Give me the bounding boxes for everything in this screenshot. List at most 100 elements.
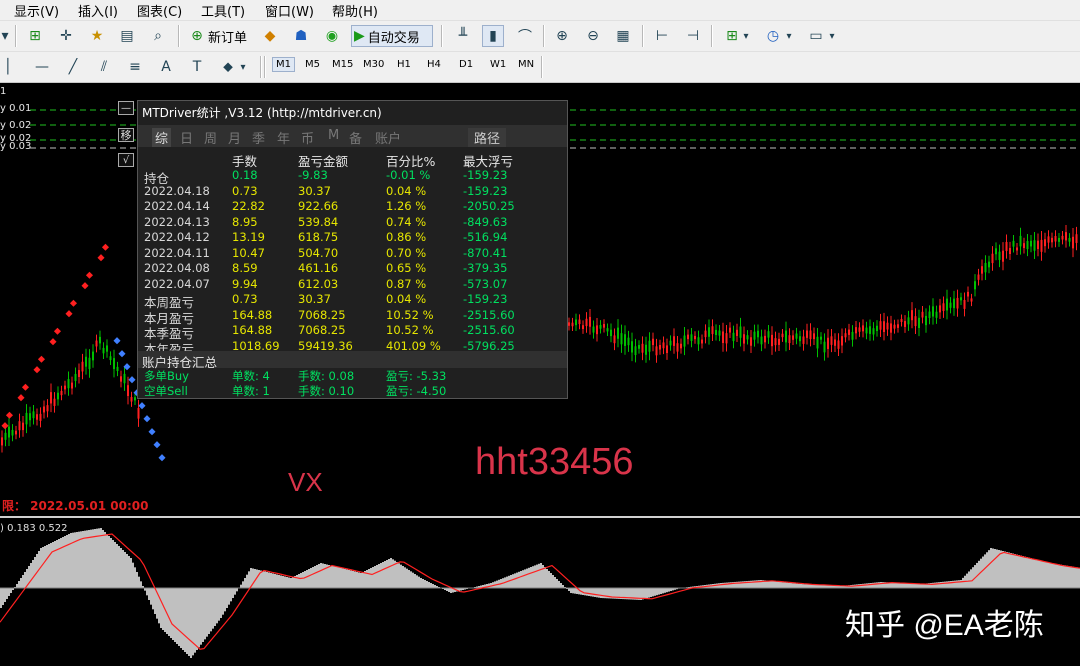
text-label-icon[interactable]: T	[186, 56, 208, 78]
candlestick-icon[interactable]: ▮	[482, 25, 504, 47]
menu-window[interactable]: 窗口(W)	[265, 1, 314, 20]
histogram-bar	[866, 583, 868, 588]
candle-body	[71, 382, 73, 389]
templates-icon[interactable]: ▭	[805, 25, 827, 47]
candle-body	[750, 337, 752, 346]
zoom-out-icon[interactable]: ⊖	[582, 25, 604, 47]
periods-clock-icon[interactable]: ◷	[762, 25, 784, 47]
candle-body	[834, 339, 836, 346]
tab-summary[interactable]: 综	[152, 128, 172, 147]
data-window-icon[interactable]: ⌕	[147, 25, 169, 47]
histogram-bar	[1060, 564, 1062, 588]
tab-month[interactable]: 月	[228, 128, 241, 147]
auto-scroll-icon[interactable]: ⊣	[682, 25, 704, 47]
histogram-bar	[390, 558, 392, 588]
new-order-button[interactable]: 新订单	[208, 27, 247, 46]
chart-shift-icon[interactable]: ⊢	[651, 25, 673, 47]
tile-windows-icon[interactable]: ▦	[612, 25, 634, 47]
candle-body	[1040, 239, 1043, 252]
fibonacci-icon[interactable]: ≡	[124, 56, 146, 78]
auto-trading-icon: ▶	[354, 28, 365, 44]
menu-charts[interactable]: 图表(C)	[137, 1, 182, 20]
move-panel-button[interactable]: 移	[118, 128, 134, 142]
equidistant-channel-icon[interactable]: ⫽	[93, 56, 115, 78]
timeframe-h4[interactable]: H4	[427, 59, 441, 70]
lot-level-2: y 0.02	[0, 120, 32, 131]
timeframe-w1[interactable]: W1	[490, 59, 506, 70]
indicators-icon[interactable]: ⊞	[721, 25, 743, 47]
candle-body	[732, 332, 735, 342]
navigator-icon[interactable]: ☗	[290, 25, 312, 47]
tab-magic[interactable]: M	[328, 128, 339, 143]
row-maxdd: -2515.60	[463, 323, 515, 337]
new-chart-icon[interactable]: ⊞	[24, 25, 46, 47]
histogram-bar	[1018, 555, 1020, 588]
tab-quarter[interactable]: 季	[252, 128, 265, 147]
tab-account[interactable]: 账户	[375, 128, 401, 147]
histogram-bar	[32, 560, 34, 588]
profiles-folder-icon[interactable]: ★	[86, 25, 108, 47]
tab-notes[interactable]: 备	[349, 128, 362, 147]
market-watch-icon[interactable]: ▤	[116, 25, 138, 47]
buy-marker	[158, 454, 166, 462]
candle-body	[1068, 238, 1071, 242]
timeframe-d1[interactable]: D1	[459, 59, 473, 70]
timeframe-m15[interactable]: M15	[332, 59, 353, 70]
candle-body	[967, 291, 969, 297]
crosshair-icon[interactable]: ✛	[55, 25, 77, 47]
dropdown-arrow-icon[interactable]: ▾	[0, 25, 10, 47]
horizontal-line-icon[interactable]: —	[31, 56, 53, 78]
tab-day[interactable]: 日	[180, 128, 193, 147]
row-pnl: 922.66	[298, 199, 339, 213]
vertical-line-icon[interactable]: │	[3, 56, 13, 78]
candle-body	[575, 319, 577, 326]
menu-tools[interactable]: 工具(T)	[201, 1, 245, 20]
zoom-in-icon[interactable]: ⊕	[551, 25, 573, 47]
auto-trading-button[interactable]: ▶ 自动交易	[351, 25, 433, 47]
minimize-panel-button[interactable]: —	[118, 101, 134, 115]
trendline-icon[interactable]: ╱	[62, 56, 84, 78]
candle-body	[687, 334, 689, 340]
histogram-bar	[270, 573, 272, 588]
menu-insert[interactable]: 插入(I)	[78, 1, 118, 20]
histogram-bar	[1036, 559, 1038, 588]
timeframe-mn[interactable]: MN	[518, 59, 534, 70]
metaeditor-icon[interactable]: ◆	[259, 25, 281, 47]
menu-help[interactable]: 帮助(H)	[332, 1, 378, 20]
tab-week[interactable]: 周	[204, 128, 217, 147]
menu-view[interactable]: 显示(V)	[14, 1, 59, 20]
bar-chart-icon[interactable]: ╨	[452, 25, 474, 47]
indicator-window[interactable]: ) 0.183 0.522 知乎 @EA老陈	[0, 518, 1080, 666]
templates-dropdown-icon[interactable]: ▾	[827, 25, 837, 47]
signals-icon[interactable]: ◉	[321, 25, 343, 47]
histogram-bar	[786, 582, 788, 588]
histogram-bar	[604, 588, 606, 599]
check-panel-button[interactable]: √	[118, 153, 134, 167]
arrows-dropdown-icon[interactable]: ▾	[238, 56, 248, 78]
histogram-bar	[520, 571, 522, 588]
route-button[interactable]: 路径	[468, 128, 507, 147]
row-pct: 0.70 %	[386, 245, 427, 260]
timeframe-m5[interactable]: M5	[305, 59, 320, 70]
timeframe-h1[interactable]: H1	[397, 59, 411, 70]
histogram-bar	[314, 566, 316, 588]
histogram-bar	[52, 542, 54, 588]
indicators-dropdown-icon[interactable]: ▾	[741, 25, 751, 47]
histogram-bar	[864, 583, 866, 588]
histogram-bar	[584, 588, 586, 596]
tab-year[interactable]: 年	[277, 128, 290, 147]
mtdriver-stats-panel: MTDriver统计 ,V3.12 (http://mtdriver.cn) 综…	[137, 100, 568, 399]
arrows-icon[interactable]: ⬥	[217, 56, 239, 78]
periods-dropdown-icon[interactable]: ▾	[784, 25, 794, 47]
new-order-icon[interactable]: ⊕	[186, 25, 208, 47]
histogram-bar	[82, 531, 84, 588]
line-chart-icon[interactable]: ⌒	[514, 25, 536, 47]
candle-body	[99, 336, 101, 344]
timeframe-m30[interactable]: M30	[363, 59, 384, 70]
candle-body	[67, 379, 70, 389]
text-icon[interactable]: A	[155, 56, 177, 78]
candle-body	[74, 373, 77, 381]
tab-currency[interactable]: 币	[301, 128, 314, 147]
timeframe-m1[interactable]: M1	[272, 57, 295, 72]
candle-body	[673, 336, 675, 346]
